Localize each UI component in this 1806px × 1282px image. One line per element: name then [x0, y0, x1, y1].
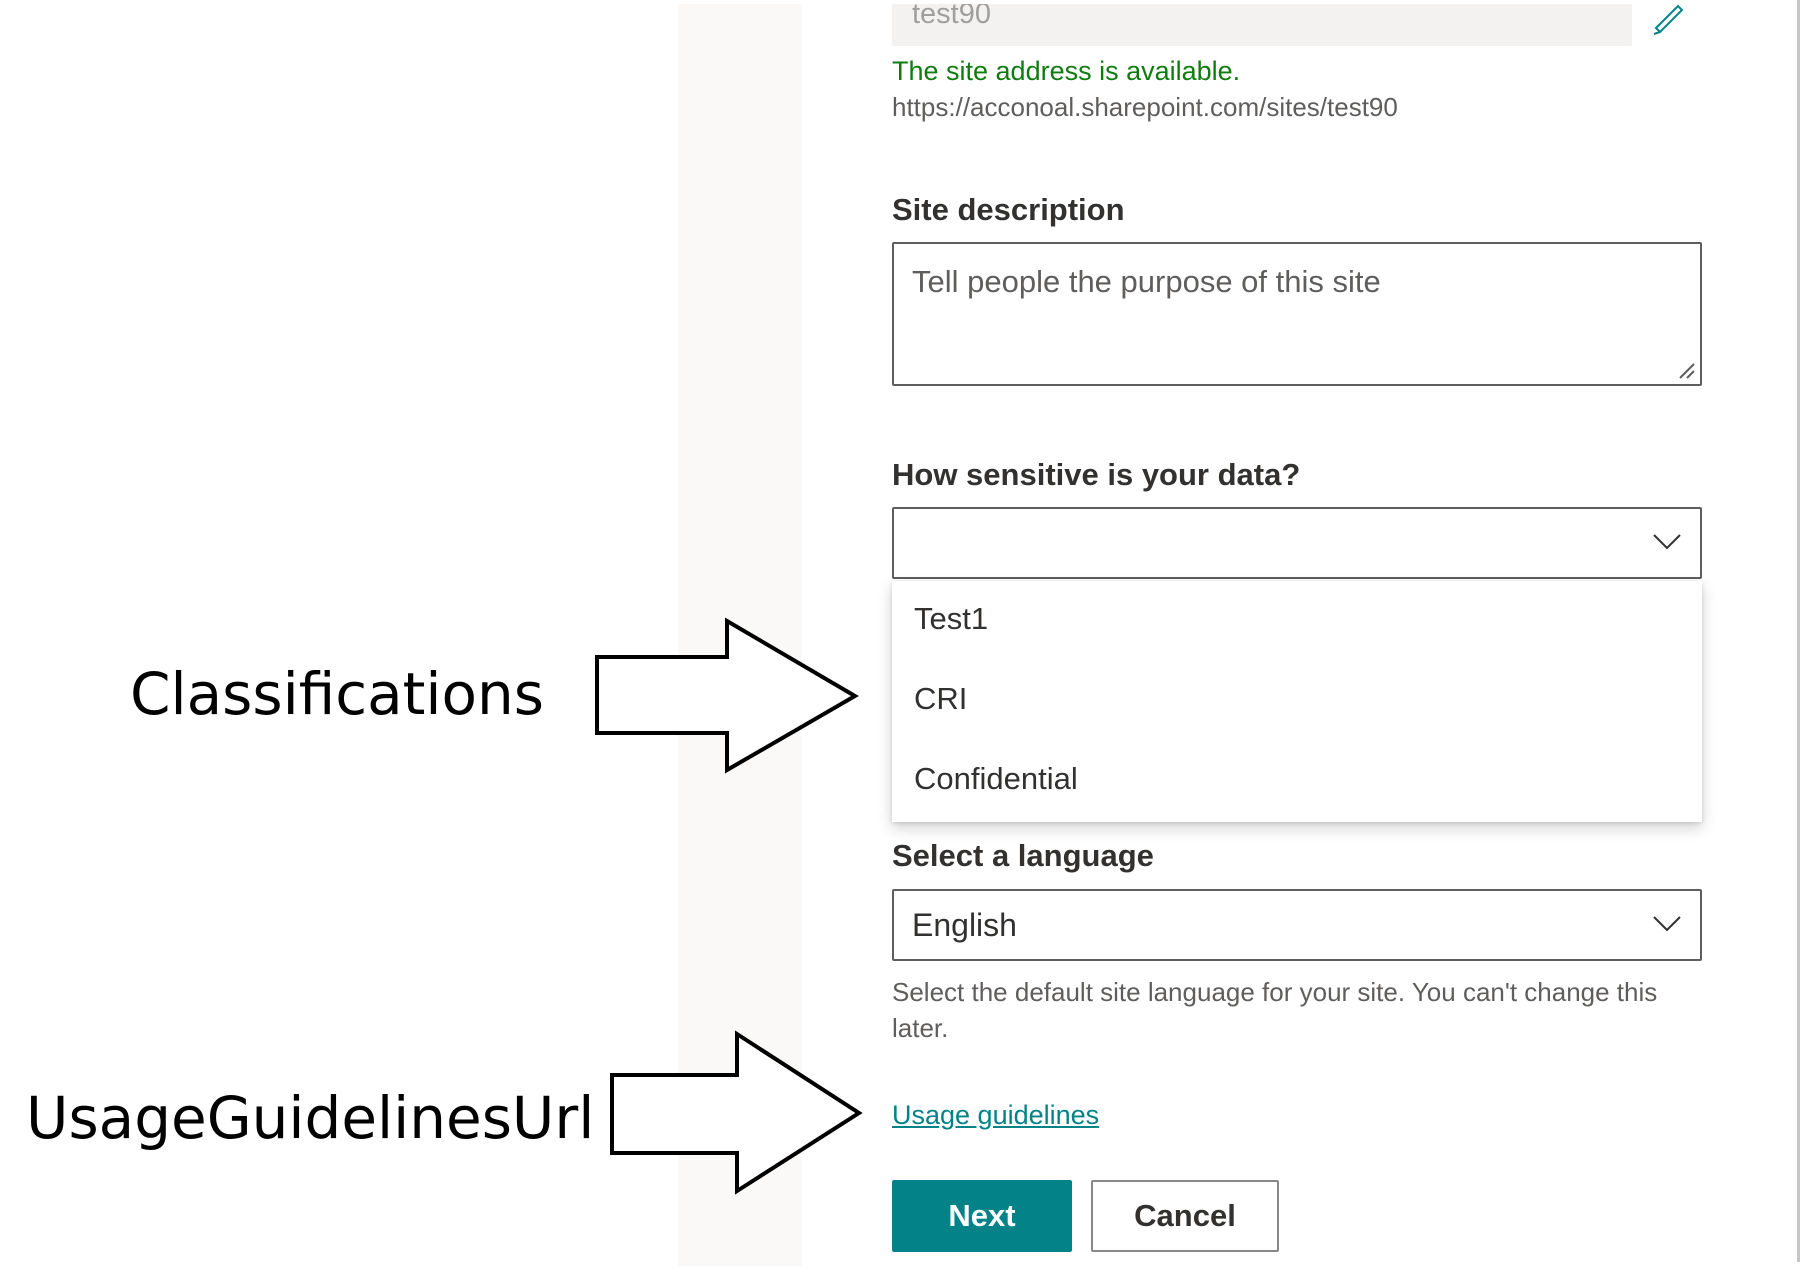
usage-guidelines-link[interactable]: Usage guidelines [892, 1100, 1099, 1131]
sensitivity-label: How sensitive is your data? [892, 457, 1301, 492]
site-description-field[interactable]: Tell people the purpose of this site [892, 242, 1702, 386]
availability-message: The site address is available. [892, 56, 1241, 86]
resize-handle-icon[interactable] [1676, 360, 1696, 380]
chevron-down-icon [1653, 916, 1681, 932]
site-description-placeholder: Tell people the purpose of this site [912, 264, 1381, 299]
language-dropdown[interactable]: English [892, 889, 1702, 961]
sensitivity-option[interactable]: Confidential [914, 761, 1078, 797]
chevron-down-icon [1653, 534, 1681, 550]
sensitivity-dropdown[interactable] [892, 507, 1702, 579]
classifications-annotation: Classifications [130, 660, 544, 728]
left-panel-strip [678, 4, 802, 1266]
site-address-field[interactable]: test90 [892, 4, 1632, 46]
language-selected: English [912, 907, 1017, 943]
site-address-value: test90 [912, 4, 991, 30]
cancel-button[interactable]: Cancel [1091, 1180, 1279, 1252]
sensitivity-option[interactable]: CRI [914, 681, 967, 717]
site-url: https://acconoal.sharepoint.com/sites/te… [892, 92, 1398, 122]
pencil-icon[interactable] [1648, 0, 1688, 36]
sensitivity-options-menu: Test1 CRI Confidential [892, 581, 1702, 822]
language-help-text: Select the default site language for you… [892, 977, 1658, 1043]
next-button[interactable]: Next [892, 1180, 1072, 1252]
scrollbar-track[interactable] [1797, 0, 1800, 1262]
usage-url-annotation: UsageGuidelinesUrl [26, 1084, 595, 1152]
sensitivity-option[interactable]: Test1 [914, 601, 988, 637]
site-description-label: Site description [892, 192, 1125, 227]
language-label: Select a language [892, 838, 1154, 873]
